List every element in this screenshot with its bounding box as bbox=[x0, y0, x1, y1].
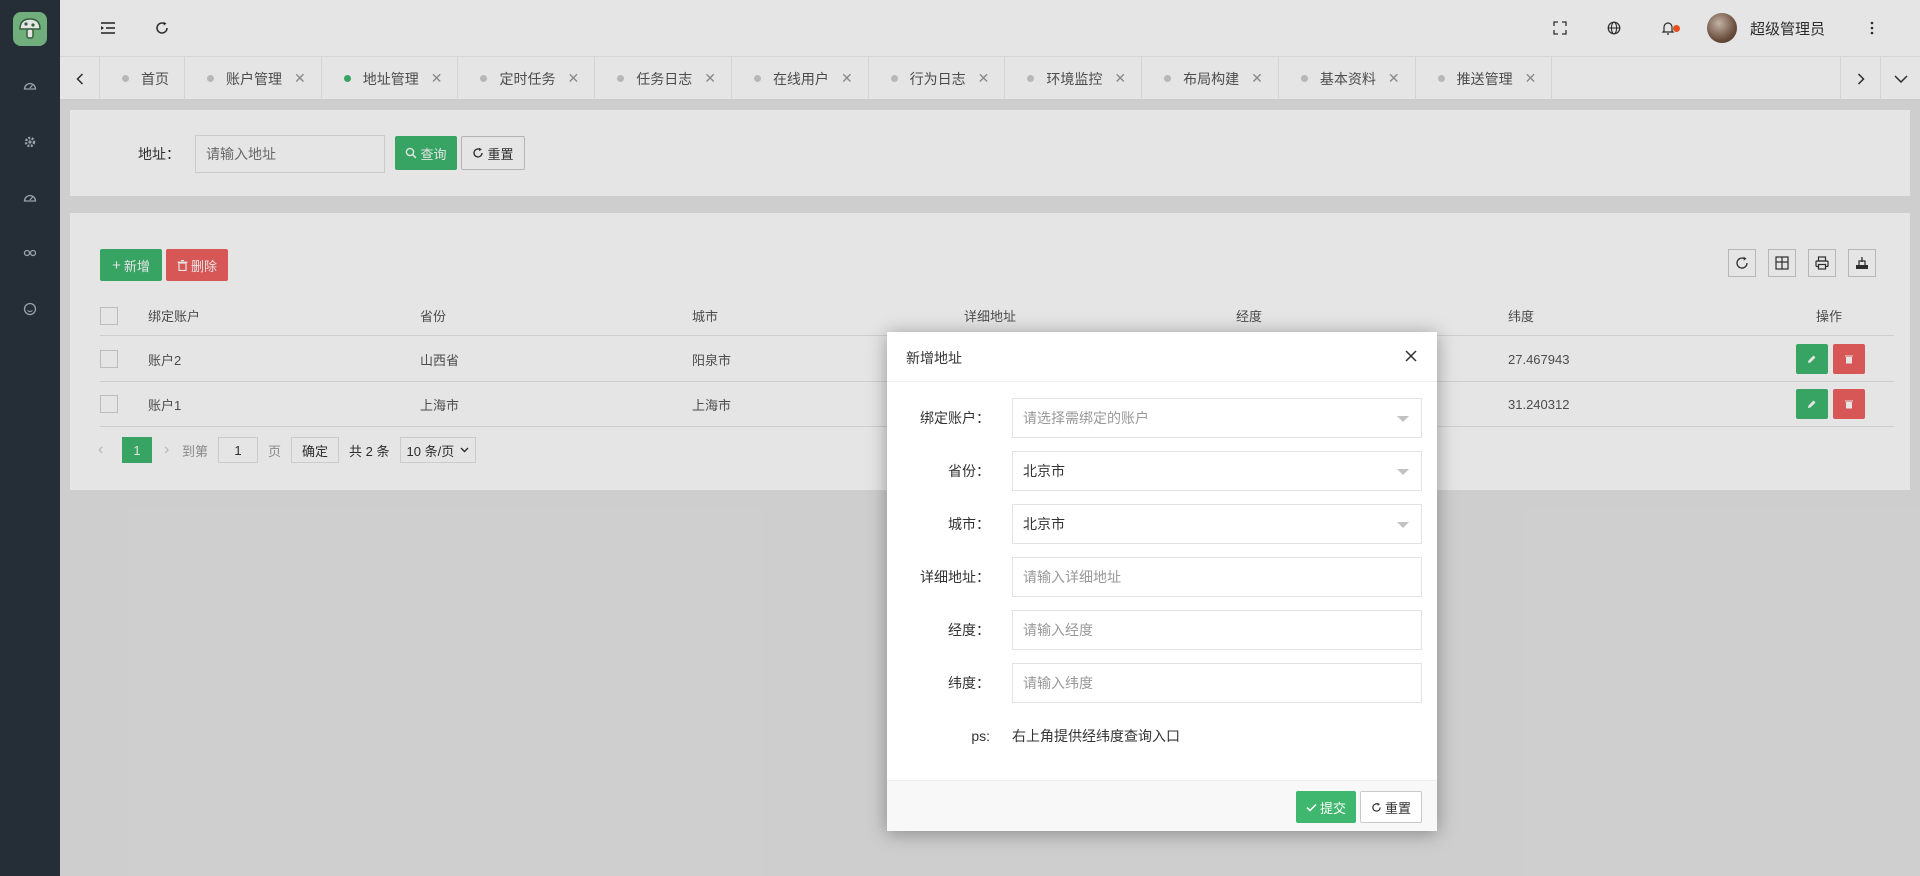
address-label: 详细地址： bbox=[920, 569, 990, 585]
dialog-title: 新增地址 bbox=[906, 350, 962, 366]
dialog-reset-button-label: 重置 bbox=[1384, 800, 1411, 816]
form-row-address: 详细地址： 请输入详细地址 bbox=[887, 557, 1437, 597]
province-label: 省份： bbox=[948, 463, 990, 479]
form-row-longitude: 经度： 请输入经度 bbox=[887, 610, 1437, 650]
latitude-input[interactable]: 请输入纬度 bbox=[1012, 663, 1422, 703]
form-row-account: 绑定账户： 请选择需绑定的账户 bbox=[887, 398, 1437, 438]
longitude-label: 经度： bbox=[948, 622, 990, 638]
city-select-value: 北京市 bbox=[1023, 516, 1065, 532]
dialog-footer: 提交 重置 bbox=[887, 780, 1437, 831]
form-row-province: 省份： 北京市 bbox=[887, 451, 1437, 491]
dialog-header: 新增地址 bbox=[887, 332, 1437, 382]
refresh-icon bbox=[1372, 802, 1381, 812]
submit-button-label: 提交 bbox=[1319, 800, 1346, 816]
add-address-dialog: 新增地址 绑定账户： 请选择需绑定的账户 省份： 北京市 城市： 北京市 详细地… bbox=[887, 332, 1437, 831]
form-row-city: 城市： 北京市 bbox=[887, 504, 1437, 544]
check-icon bbox=[1306, 803, 1317, 812]
dialog-reset-button[interactable]: 重置 bbox=[1360, 791, 1422, 823]
form-row-ps: ps: 右上角提供经纬度查询入口 bbox=[887, 716, 1437, 756]
province-select-value: 北京市 bbox=[1023, 463, 1065, 479]
dropdown-caret-icon bbox=[1397, 522, 1409, 528]
city-label: 城市： bbox=[948, 516, 990, 532]
address-input[interactable]: 请输入详细地址 bbox=[1012, 557, 1422, 597]
dropdown-caret-icon bbox=[1397, 469, 1409, 475]
form-row-latitude: 纬度： 请输入纬度 bbox=[887, 663, 1437, 703]
longitude-input[interactable]: 请输入经度 bbox=[1012, 610, 1422, 650]
account-label: 绑定账户： bbox=[920, 410, 990, 426]
latitude-label: 纬度： bbox=[948, 675, 990, 691]
province-select[interactable]: 北京市 bbox=[1012, 451, 1422, 491]
city-select[interactable]: 北京市 bbox=[1012, 504, 1422, 544]
account-select[interactable]: 请选择需绑定的账户 bbox=[1012, 398, 1422, 438]
ps-hint-text: 右上角提供经纬度查询入口 bbox=[1012, 728, 1180, 744]
ps-label: ps: bbox=[971, 728, 990, 744]
account-select-placeholder: 请选择需绑定的账户 bbox=[1023, 410, 1149, 426]
submit-button[interactable]: 提交 bbox=[1296, 791, 1356, 823]
dropdown-caret-icon bbox=[1397, 416, 1409, 422]
close-icon[interactable] bbox=[1403, 348, 1419, 364]
